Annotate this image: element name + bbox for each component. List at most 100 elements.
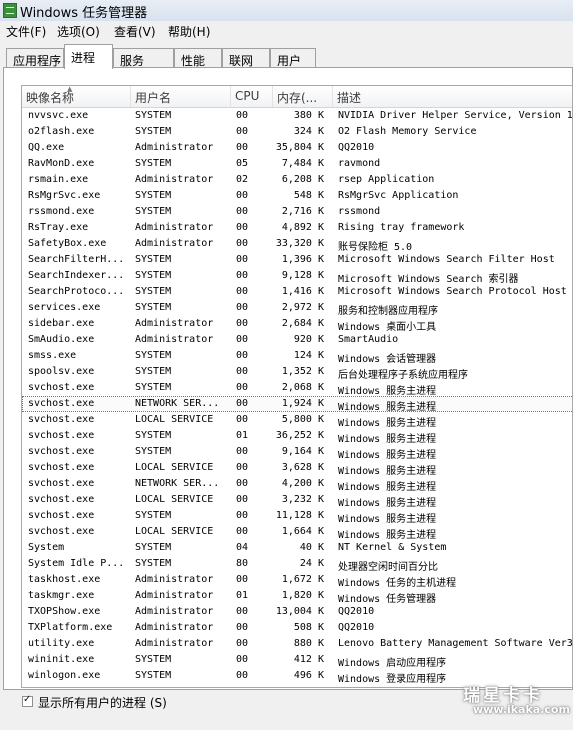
table-row[interactable]: taskhost.exe Administrator 00 1,672 K Window…: [22, 572, 572, 589]
table-row[interactable]: smss.exe SYSTEM 00 124 K Windows 会话管理器: [22, 348, 572, 365]
table-row[interactable]: svchost.exe NETWORK SER... 00 4,200 K Window…: [22, 476, 572, 493]
process-description: rsep Application: [338, 174, 435, 185]
process-cpu: 02: [236, 174, 249, 185]
table-row[interactable]: svchost.exe LOCAL SERVICE 00 1,664 K Windows…: [22, 524, 572, 541]
process-cpu: 00: [236, 238, 249, 249]
process-rows: nvvsvc.exe SYSTEM 00 380 K NVIDIA Driver Hel…: [22, 108, 573, 685]
process-memory: 7,484 K: [281, 158, 324, 169]
process-cpu: 80: [236, 558, 249, 569]
process-cpu: 00: [236, 398, 249, 409]
process-name: svchost.exe: [28, 398, 95, 409]
table-row[interactable]: System Idle P... SYSTEM 80 24 K 处理器空闲时间百分比: [22, 556, 572, 573]
table-row[interactable]: RsTray.exe Administrator 00 4,892 K Rising t…: [22, 220, 572, 236]
table-row[interactable]: o2flash.exe SYSTEM 00 324 K O2 Flash Memory …: [22, 124, 572, 140]
show-all-users-label: 显示所有用户的进程 (S): [38, 696, 167, 710]
process-cpu: 00: [236, 350, 249, 361]
table-row[interactable]: svchost.exe NETWORK SER... 00 1,924 K Window…: [22, 396, 572, 413]
process-memory: 880 K: [293, 638, 324, 649]
table-row[interactable]: wininit.exe SYSTEM 00 412 K Windows 启动应用程序: [22, 652, 572, 669]
tab-applications[interactable]: 应用程序: [6, 48, 64, 68]
tab-networking[interactable]: 联网: [222, 48, 270, 68]
sort-ascending-icon: ▲: [67, 86, 73, 93]
table-row[interactable]: svchost.exe SYSTEM 00 11,128 K Windows 服务主进程: [22, 508, 572, 525]
process-memory: 1,352 K: [281, 366, 324, 377]
process-description: ravmond: [338, 158, 381, 169]
process-cpu: 00: [236, 446, 249, 457]
process-description: RsMgrSvc Application: [338, 190, 459, 201]
process-user: SYSTEM: [135, 670, 172, 681]
table-row[interactable]: SearchFilterH... SYSTEM 00 1,396 K Microsoft…: [22, 252, 572, 268]
menu-options[interactable]: 选项(O): [57, 23, 100, 40]
process-description: 账号保险柜 5.0: [338, 242, 413, 253]
process-cpu: 00: [236, 654, 249, 665]
table-row[interactable]: TXPlatform.exe Administrator 00 508 K QQ2010: [22, 620, 572, 636]
table-row[interactable]: SearchIndexer... SYSTEM 00 9,128 K Microsoft…: [22, 268, 572, 285]
process-description: 后台处理程序子系统应用程序: [338, 370, 468, 381]
column-memory[interactable]: 内存(...: [273, 86, 333, 107]
table-row[interactable]: System SYSTEM 04 40 K NT Kernel & System: [22, 540, 572, 556]
table-row[interactable]: rssmond.exe SYSTEM 00 2,716 K rssmond: [22, 204, 572, 220]
process-name: rsmain.exe: [28, 174, 89, 185]
table-row[interactable]: QQ.exe Administrator 00 35,804 K QQ2010: [22, 140, 572, 156]
process-user: SYSTEM: [135, 542, 172, 553]
process-cpu: 00: [236, 526, 249, 537]
show-all-users-checkbox[interactable]: [22, 694, 33, 707]
table-row[interactable]: svchost.exe LOCAL SERVICE 00 3,628 K Windows…: [22, 460, 572, 477]
process-user: SYSTEM: [135, 382, 172, 393]
table-row[interactable]: spoolsv.exe SYSTEM 00 1,352 K 后台处理程序子系统应用程序: [22, 364, 572, 381]
column-image-name[interactable]: ▲ 映像名称: [22, 86, 131, 107]
tab-users[interactable]: 用户: [270, 48, 316, 68]
process-user: SYSTEM: [135, 446, 172, 457]
table-row[interactable]: svchost.exe SYSTEM 01 36,252 K Windows 服务主进程: [22, 428, 572, 445]
table-row[interactable]: SmAudio.exe Administrator 00 920 K SmartAudi…: [22, 332, 572, 348]
process-name: System Idle P...: [28, 558, 125, 569]
tab-processes[interactable]: 进程: [64, 44, 113, 69]
table-row[interactable]: RavMonD.exe SYSTEM 05 7,484 K ravmond: [22, 156, 572, 172]
process-user: SYSTEM: [135, 350, 172, 361]
process-name: sidebar.exe: [28, 318, 95, 329]
table-row[interactable]: services.exe SYSTEM 00 2,972 K 服务和控制器应用程序: [22, 300, 572, 317]
table-row[interactable]: RsMgrSvc.exe SYSTEM 00 548 K RsMgrSvc Applic…: [22, 188, 572, 204]
table-row[interactable]: svchost.exe SYSTEM 00 9,164 K Windows 服务主进程: [22, 444, 572, 461]
table-row[interactable]: SafetyBox.exe Administrator 00 33,320 K 账号保险…: [22, 236, 572, 253]
table-row[interactable]: TXOPShow.exe Administrator 00 13,004 K QQ201…: [22, 604, 572, 620]
table-row[interactable]: svchost.exe LOCAL SERVICE 00 5,800 K Windows…: [22, 412, 572, 429]
process-name: svchost.exe: [28, 462, 95, 473]
process-memory: 508 K: [293, 622, 324, 633]
table-row[interactable]: SearchProtoco... SYSTEM 00 1,416 K Microsoft…: [22, 284, 572, 300]
process-cpu: 00: [236, 206, 249, 217]
process-memory: 324 K: [293, 126, 324, 137]
table-row[interactable]: utility.exe Administrator 00 880 K Lenovo Ba…: [22, 636, 572, 652]
process-memory: 1,820 K: [281, 590, 324, 601]
process-user: SYSTEM: [135, 558, 172, 569]
process-list[interactable]: ▲ 映像名称 用户名 CPU 内存(... 描述 nvvsvc.exe SYSTE…: [21, 85, 573, 688]
process-cpu: 00: [236, 462, 249, 473]
table-row[interactable]: rsmain.exe Administrator 02 6,208 K rsep App…: [22, 172, 572, 188]
tab-strip: 应用程序 进程 服务 性能 联网 用户: [0, 44, 573, 69]
process-memory: 5,800 K: [281, 414, 324, 425]
table-row[interactable]: nvvsvc.exe SYSTEM 00 380 K NVIDIA Driver Hel…: [22, 108, 573, 124]
menu-file[interactable]: 文件(F): [6, 23, 46, 40]
column-cpu[interactable]: CPU: [231, 86, 273, 107]
process-name: svchost.exe: [28, 478, 95, 489]
process-name: QQ.exe: [28, 142, 65, 153]
table-row[interactable]: svchost.exe LOCAL SERVICE 00 3,232 K Windows…: [22, 492, 572, 509]
table-row[interactable]: sidebar.exe Administrator 00 2,684 K Windows…: [22, 316, 572, 333]
tab-performance[interactable]: 性能: [174, 48, 222, 68]
column-description[interactable]: 描述: [333, 86, 572, 107]
menu-view[interactable]: 查看(V): [114, 23, 156, 40]
table-row[interactable]: svchost.exe SYSTEM 00 2,068 K Windows 服务主进程: [22, 380, 572, 397]
process-cpu: 00: [236, 606, 249, 617]
process-cpu: 00: [236, 142, 249, 153]
process-user: Administrator: [135, 590, 214, 601]
process-description: 处理器空闲时间百分比: [338, 562, 438, 573]
menu-help[interactable]: 帮助(H): [168, 23, 210, 40]
tab-services[interactable]: 服务: [113, 48, 174, 68]
process-description: Windows 服务主进程: [338, 482, 437, 493]
process-memory: 496 K: [293, 670, 324, 681]
process-user: SYSTEM: [135, 190, 172, 201]
process-description: NVIDIA Driver Helper Service, Version 1: [338, 110, 573, 121]
table-row[interactable]: taskmgr.exe Administrator 01 1,820 K Windows…: [22, 588, 572, 605]
process-description: NT Kernel & System: [338, 542, 447, 553]
column-user-name[interactable]: 用户名: [131, 86, 231, 107]
